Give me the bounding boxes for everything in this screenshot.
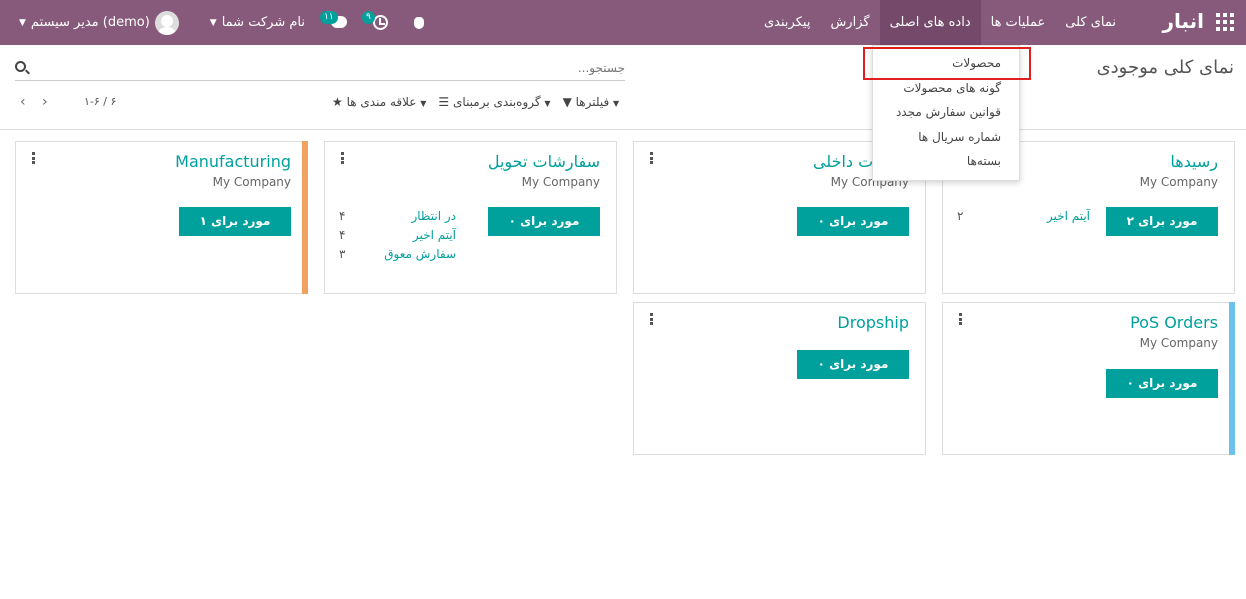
filter-icon: ▼ bbox=[562, 95, 572, 109]
main-menu: نمای کلی عملیات ها داده های اصلی گزارش پ… bbox=[754, 0, 1126, 45]
filters-label: فیلترها bbox=[575, 95, 610, 109]
kebab-menu-icon[interactable] bbox=[341, 152, 344, 164]
search-input[interactable] bbox=[45, 57, 625, 79]
kebab-menu-icon[interactable] bbox=[32, 152, 35, 164]
stat-label[interactable]: آیتم اخیر bbox=[413, 228, 456, 242]
chevron-right-icon[interactable]: › bbox=[42, 95, 64, 109]
to-process-button[interactable]: ۰ مورد برای بررسی bbox=[488, 207, 600, 257]
user-name: مدیر سیستم (demo) bbox=[30, 15, 150, 30]
divider bbox=[0, 129, 1246, 130]
menu-master-data[interactable]: داده های اصلی bbox=[879, 0, 981, 45]
list-icon: ☰ bbox=[438, 95, 450, 109]
top-navbar: انبار نمای کلی عملیات ها داده های اصلی گ… bbox=[0, 0, 1246, 45]
caret-down-icon: ▼ bbox=[613, 99, 620, 108]
kanban-card-dropship[interactable]: Dropship ۰ مورد برای بررسی bbox=[633, 302, 926, 455]
stat-value: ۴ bbox=[339, 228, 346, 242]
menu-configuration[interactable]: پیکربندی bbox=[754, 0, 820, 45]
filters-button[interactable]: ▼ فیلترها ▼ bbox=[563, 95, 620, 109]
stat-label[interactable]: آیتم اخیر bbox=[1047, 209, 1090, 223]
dropdown-item-product-variants[interactable]: گونه های محصولات bbox=[903, 81, 1001, 95]
highlight-box bbox=[863, 47, 1031, 80]
chevron-left-icon[interactable]: ‹ bbox=[20, 95, 42, 109]
kebab-menu-icon[interactable] bbox=[650, 152, 653, 164]
caret-down-icon: ▼ bbox=[544, 99, 551, 108]
to-process-button[interactable]: ۰ مورد برای بررسی bbox=[797, 207, 909, 257]
pager: ‹ › ۱-۶ / ۶ bbox=[20, 95, 116, 109]
stat-label[interactable]: در انتظار bbox=[411, 209, 456, 223]
card-title[interactable]: PoS Orders bbox=[1130, 313, 1218, 332]
to-process-button[interactable]: ۲ مورد برای بررسی bbox=[1106, 207, 1218, 257]
dropdown-item-packages[interactable]: بسته‌ها bbox=[967, 154, 1001, 168]
groupby-label: گروه‌بندی برمبنای bbox=[453, 95, 541, 109]
user-menu[interactable]: ▼ مدیر سیستم (demo) bbox=[14, 10, 179, 35]
card-title[interactable]: رسیدها bbox=[1170, 152, 1218, 171]
card-company: My Company bbox=[1139, 336, 1218, 350]
card-company: My Company bbox=[1139, 175, 1218, 189]
search-options: ▼ فیلترها ▼ ☰ گروه‌بندی برمبنای ▼ ★ علاق… bbox=[320, 95, 619, 109]
menu-overview[interactable]: نمای کلی bbox=[1055, 0, 1126, 45]
activity-button[interactable]: ۹ bbox=[361, 10, 389, 33]
company-switcher[interactable]: ▼ نام شرکت شما bbox=[205, 15, 305, 30]
avatar bbox=[154, 10, 179, 35]
to-process-button[interactable]: ۱ مورد برای بررسی bbox=[179, 207, 291, 257]
caret-down-icon: ▼ bbox=[420, 99, 427, 108]
kanban-card-manufacturing[interactable]: Manufacturing My Company ۱ مورد برای برر… bbox=[15, 141, 308, 294]
systray: ▼ مدیر سیستم (demo) ▼ نام شرکت شما ۱۱ ۹ bbox=[0, 0, 431, 45]
clock-icon bbox=[372, 14, 388, 30]
dropdown-item-serial-numbers[interactable]: شماره سریال ها bbox=[918, 130, 1001, 144]
debug-button[interactable] bbox=[411, 13, 431, 33]
stat-value: ۲ bbox=[957, 209, 964, 223]
messaging-button[interactable]: ۱۱ bbox=[319, 10, 347, 33]
card-title[interactable]: سفارشات تحویل bbox=[488, 152, 600, 171]
caret-down-icon: ▼ bbox=[19, 17, 26, 28]
dropdown-item-reordering-rules[interactable]: قوانین سفارش مجدد bbox=[896, 105, 1001, 119]
favorites-label: علاقه مندی ها bbox=[346, 95, 417, 109]
stat-value: ۳ bbox=[339, 247, 346, 261]
search-icon[interactable] bbox=[15, 61, 26, 72]
activity-counter-badge: ۹ bbox=[361, 10, 375, 24]
page-title: نمای کلی موجودی bbox=[1096, 57, 1234, 78]
color-stripe bbox=[302, 141, 308, 294]
kanban-card-delivery-orders[interactable]: سفارشات تحویل My Company ۰ مورد برای برر… bbox=[324, 141, 617, 294]
caret-down-icon: ▼ bbox=[209, 17, 217, 28]
card-company: My Company bbox=[521, 175, 600, 189]
kanban-card-pos-orders[interactable]: PoS Orders My Company ۰ مورد برای بررسی bbox=[942, 302, 1235, 455]
company-name: نام شرکت شما bbox=[221, 15, 305, 30]
apps-grid-icon[interactable] bbox=[1216, 13, 1234, 31]
star-icon: ★ bbox=[332, 95, 343, 109]
kebab-menu-icon[interactable] bbox=[650, 313, 653, 325]
menu-operations[interactable]: عملیات ها bbox=[981, 0, 1056, 45]
groupby-button[interactable]: ☰ گروه‌بندی برمبنای ▼ bbox=[438, 95, 550, 109]
chat-counter-badge: ۱۱ bbox=[319, 10, 338, 24]
stat-label[interactable]: سفارش معوق bbox=[384, 247, 456, 261]
card-title[interactable]: Dropship bbox=[837, 313, 909, 332]
to-process-button[interactable]: ۰ مورد برای بررسی bbox=[797, 350, 909, 400]
stat-value: ۴ bbox=[339, 209, 346, 223]
to-process-button[interactable]: ۰ مورد برای بررسی bbox=[1106, 369, 1218, 419]
search-bar bbox=[15, 57, 625, 81]
bug-icon bbox=[413, 16, 424, 29]
card-title[interactable]: Manufacturing bbox=[175, 152, 291, 171]
app-brand[interactable]: انبار bbox=[1162, 9, 1204, 33]
color-stripe bbox=[1229, 302, 1235, 455]
card-company: My Company bbox=[212, 175, 291, 189]
kebab-menu-icon[interactable] bbox=[959, 313, 962, 325]
menu-reporting[interactable]: گزارش bbox=[820, 0, 879, 45]
favorites-button[interactable]: ★ علاقه مندی ها ▼ bbox=[332, 95, 426, 109]
pager-value[interactable]: ۱-۶ / ۶ bbox=[84, 95, 116, 109]
